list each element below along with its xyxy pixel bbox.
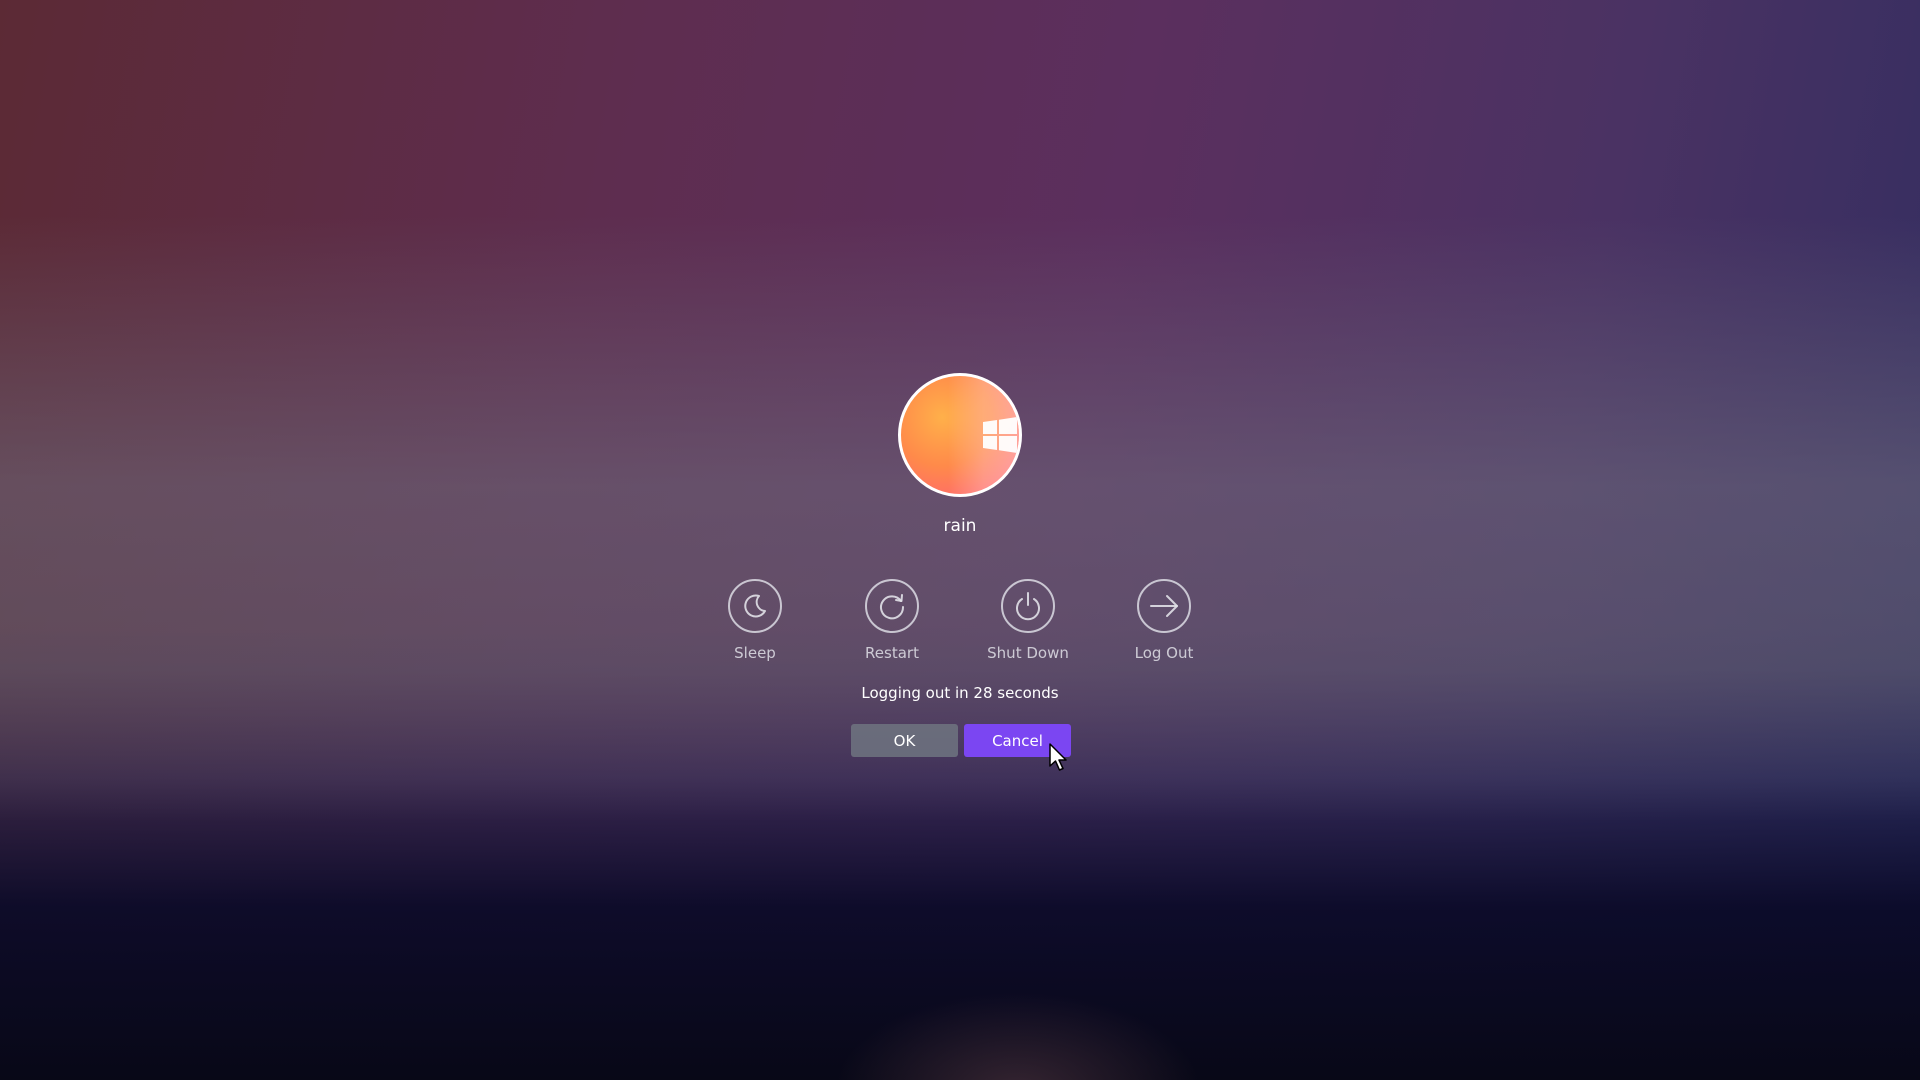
- power-actions: Sleep Restart Shut Down Log Out: [0, 579, 1920, 669]
- power-icon: [1016, 592, 1040, 621]
- username-label: rain: [943, 516, 977, 536]
- restart-label: Restart: [865, 644, 919, 662]
- ok-button[interactable]: OK: [851, 724, 958, 757]
- arrow-right-icon: [1150, 595, 1178, 617]
- restart-action[interactable]: Restart: [837, 579, 947, 662]
- wallpaper-background: [0, 0, 1920, 1080]
- logout-button[interactable]: [1137, 579, 1191, 633]
- mouse-cursor-icon: [1049, 743, 1067, 771]
- shutdown-label: Shut Down: [987, 644, 1069, 662]
- logout-label: Log Out: [1134, 644, 1194, 662]
- user-avatar: [898, 373, 1022, 497]
- sleep-action[interactable]: Sleep: [700, 579, 810, 662]
- logout-countdown-text: Logging out in 28 seconds: [861, 684, 1059, 702]
- sleep-label: Sleep: [734, 644, 776, 662]
- windows-logo-icon: [983, 417, 1017, 453]
- restart-icon: [880, 594, 905, 620]
- shutdown-action[interactable]: Shut Down: [973, 579, 1083, 662]
- shutdown-button[interactable]: [1001, 579, 1055, 633]
- sleep-button[interactable]: [728, 579, 782, 633]
- moon-icon: [744, 594, 766, 618]
- logout-action[interactable]: Log Out: [1109, 579, 1219, 662]
- restart-button[interactable]: [865, 579, 919, 633]
